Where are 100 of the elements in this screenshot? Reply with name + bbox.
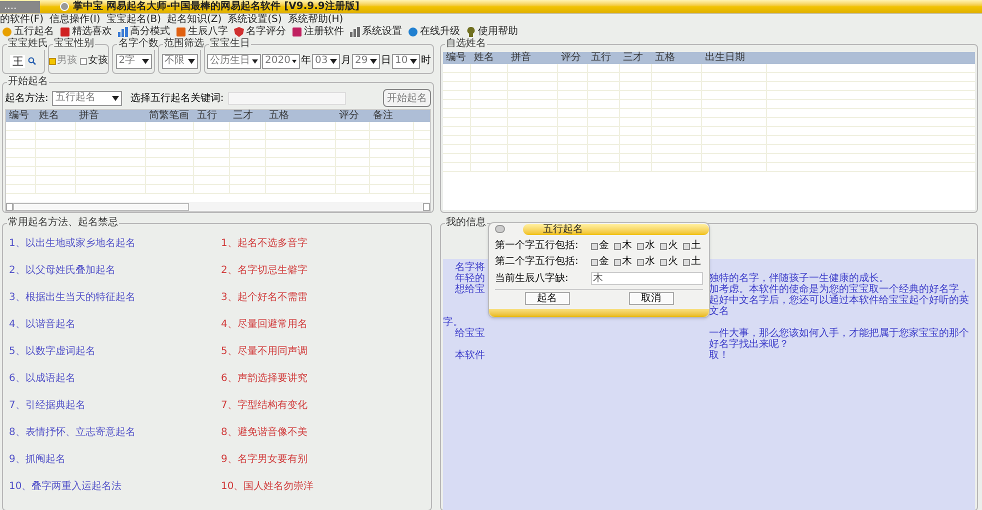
method-item: 10、叠字两重入运起名法: [9, 481, 123, 493]
unit-label: 年: [301, 55, 311, 67]
method-label: 起名方法:: [5, 92, 48, 106]
dropdown[interactable]: 2020: [262, 54, 300, 68]
column-header: 五格: [654, 52, 676, 64]
element-checkbox[interactable]: 火: [660, 240, 678, 252]
column-header: 评分: [560, 52, 582, 64]
menu-item[interactable]: 系统设置(S): [228, 14, 282, 26]
lack-label: 当前生辰八字缺:: [495, 272, 570, 284]
info-text: 独特的名字，伴随孩子一生健康的成长。: [709, 273, 890, 284]
method-item: 7、引经据典起名: [9, 400, 86, 412]
toolbar-button[interactable]: 生辰八字: [176, 26, 228, 38]
element-checkbox[interactable]: 土: [683, 256, 701, 268]
element-checkbox[interactable]: 火: [660, 256, 678, 268]
taboo-item: 3、起个好名不需雷: [221, 292, 308, 304]
element-checkbox[interactable]: 水: [637, 256, 655, 268]
element-checkbox[interactable]: 金: [591, 240, 609, 252]
row-label: 第一个字五行包括:: [495, 240, 580, 252]
dropdown[interactable]: 03: [312, 54, 340, 68]
column-header: 备注: [372, 110, 394, 122]
dialog-button[interactable]: 取消: [628, 292, 674, 305]
method-item: 1、以出生地或家乡地名起名: [9, 238, 136, 250]
group-title: 宝宝姓氏: [7, 38, 49, 50]
corner-text: ....: [0, 0, 40, 12]
info-text: 一件大事，那么您该如何入手，才能把属于您家宝宝的那个好名字找出来呢？: [709, 328, 970, 350]
group-title: 自选姓名: [445, 38, 487, 50]
checkbox-icon: [683, 258, 690, 266]
element-checkbox[interactable]: 土: [683, 240, 701, 252]
unit-label: 时: [421, 55, 431, 67]
scrollbar-thumb[interactable]: [13, 202, 189, 210]
toolbar-button[interactable]: 高分模式: [118, 26, 170, 38]
column-header: 五行: [590, 52, 612, 64]
dropdown[interactable]: 五行起名: [52, 90, 122, 106]
dropdown[interactable]: 公历生日: [207, 54, 261, 68]
menu-item[interactable]: 系统帮助(H): [288, 14, 344, 26]
info-text: 名字将: [454, 262, 485, 273]
method-item: 8、表情抒怀、立志寄意起名: [9, 427, 136, 439]
dropdown[interactable]: 2字: [116, 54, 152, 68]
dialog-title: 五行起名: [523, 224, 709, 234]
taboo-item: 4、尽量回避常用名: [221, 319, 308, 331]
toolbar-button[interactable]: 系统设置: [350, 26, 402, 38]
checkbox-icon: [614, 258, 621, 266]
info-text: 想给宝: [454, 284, 485, 295]
lack-field[interactable]: 木: [591, 272, 703, 285]
start-button[interactable]: 开始起名: [383, 89, 431, 107]
caret-icon: [370, 58, 377, 64]
menu-item[interactable]: 的软件(F): [0, 14, 44, 26]
info-text: 字。: [443, 317, 463, 328]
dropdown[interactable]: 10: [392, 54, 420, 68]
gender-option[interactable]: 女孩: [80, 55, 108, 67]
toolbar-button[interactable]: 使用帮助: [466, 26, 518, 38]
caret-icon: [112, 96, 120, 100]
group-title: 常用起名方法、起名禁忌: [7, 217, 119, 229]
menu-item[interactable]: 起名知识(Z): [167, 14, 222, 26]
close-icon[interactable]: [495, 225, 505, 233]
info-text: 本软件: [454, 350, 485, 361]
unit-label: 月: [341, 55, 351, 67]
toolbar-button[interactable]: 在线升级: [408, 26, 460, 38]
info-text: 年轻的: [454, 273, 485, 284]
unit-label: 日: [381, 55, 391, 67]
bulb-icon: [466, 27, 476, 37]
info-text: 取！: [709, 350, 730, 361]
dropdown[interactable]: 不限: [162, 54, 198, 68]
keyword-label: 选择五行起名关键词:: [130, 92, 224, 106]
menu-item[interactable]: 信息操作(I): [50, 14, 100, 26]
window-title: 掌中宝 网易起名大师-中国最棒的网易起名软件 [V9.9.9注册版]: [73, 0, 360, 13]
horizontal-scrollbar[interactable]: [6, 202, 430, 211]
row-label: 第二个字五行包括:: [495, 256, 580, 268]
info-text: 给宝宝: [454, 328, 485, 339]
element-checkbox[interactable]: 金: [591, 256, 609, 268]
group-title: 范围筛选: [163, 38, 206, 50]
column-header: 姓名: [38, 110, 60, 122]
element-checkbox[interactable]: 木: [614, 240, 632, 252]
group-title: 我的信息: [445, 217, 487, 229]
column-header: 拼音: [510, 52, 532, 64]
column-header: 三才: [232, 110, 254, 122]
taboo-item: 2、名字切忌生僻字: [221, 265, 308, 277]
dialog-button[interactable]: 起名: [524, 292, 570, 305]
element-checkbox[interactable]: 木: [614, 256, 632, 268]
toolbar-button[interactable]: 精选喜欢: [60, 26, 112, 38]
method-item: 3、根据出生当天的特征起名: [9, 292, 136, 304]
element-checkbox[interactable]: 水: [637, 240, 655, 252]
group-title: 宝宝生日: [209, 38, 251, 50]
checkbox-icon: [683, 242, 690, 250]
dropdown[interactable]: 29: [352, 54, 380, 68]
checkbox-icon: [660, 258, 667, 266]
toolbar-button[interactable]: 名字评分: [234, 26, 286, 38]
surname-field[interactable]: 王: [10, 54, 26, 68]
toolbar-button[interactable]: 五行起名: [2, 26, 54, 38]
group-title: 宝宝性别: [52, 38, 95, 50]
checkbox-icon: [591, 258, 598, 266]
keyword-field[interactable]: [228, 92, 346, 104]
caret-icon: [188, 58, 195, 64]
checkbox-icon: [637, 242, 644, 250]
column-header: 简繁笔画: [148, 110, 190, 122]
radio-icon: [80, 58, 88, 64]
column-header: 三才: [622, 52, 644, 64]
toolbar-button[interactable]: 注册软件: [292, 26, 344, 38]
menu-item[interactable]: 宝宝起名(B): [106, 14, 161, 26]
taboo-item: 6、声韵选择要讲究: [221, 373, 308, 385]
